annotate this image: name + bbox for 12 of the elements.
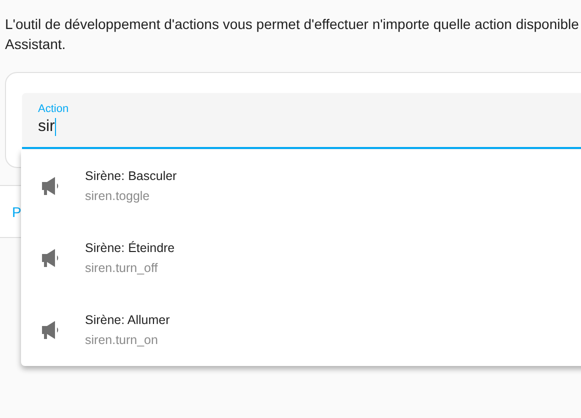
action-title: Sirène: Allumer xyxy=(85,313,170,327)
action-id: siren.turn_on xyxy=(85,333,158,347)
action-field[interactable]: Action sir xyxy=(22,93,581,149)
suggestion-item[interactable]: Sirène: Éteindre siren.turn_off xyxy=(21,222,581,294)
action-id: siren.toggle xyxy=(85,189,150,203)
action-title: Sirène: Basculer xyxy=(85,169,177,183)
action-title: Sirène: Éteindre xyxy=(85,241,175,255)
description-text: L'outil de développement d'actions vous permet d'effectuer n'importe quelle action disponible xyxy=(5,15,579,34)
suggestion-item[interactable]: Sirène: Allumer siren.turn_on xyxy=(21,294,581,366)
action-id: siren.turn_off xyxy=(85,261,158,275)
description-text: Assistant. xyxy=(5,35,66,54)
suggestion-item[interactable]: Sirène: Basculer siren.toggle xyxy=(21,150,581,222)
